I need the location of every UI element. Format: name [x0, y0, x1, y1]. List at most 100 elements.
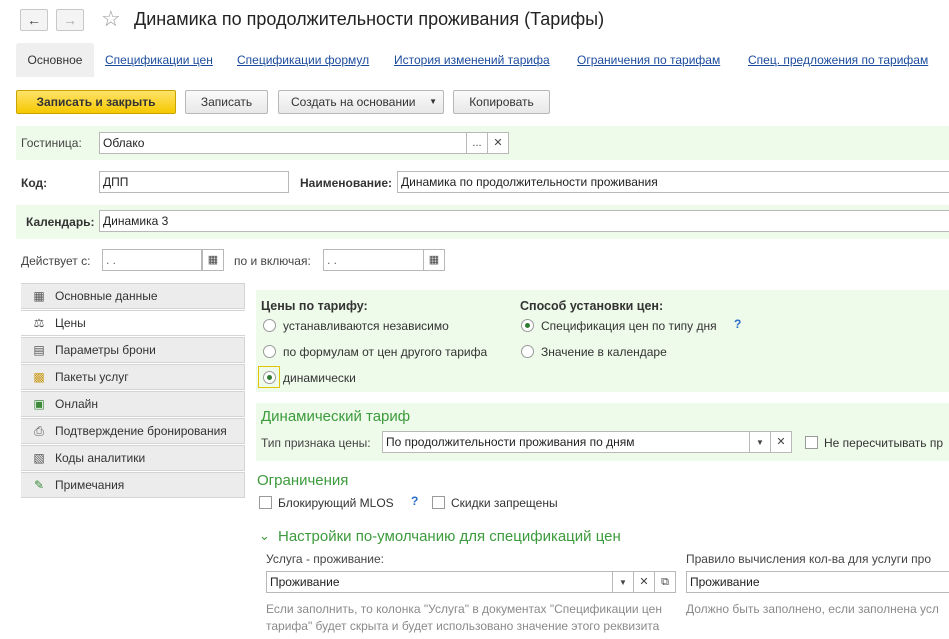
tab-formula-specs[interactable]: Спецификации формул	[237, 53, 369, 67]
valid-from-input[interactable]: . .	[102, 249, 202, 271]
discounts-forbidden-checkbox[interactable]	[432, 496, 445, 509]
no-recalc-label: Не пересчитывать пр	[824, 436, 944, 450]
star-icon[interactable]: ☆	[101, 7, 121, 31]
sidebar-item-label: Онлайн	[55, 397, 98, 411]
printer-icon: ⎙	[34, 424, 44, 438]
sidebar-item-online[interactable]: ▣ Онлайн	[21, 391, 245, 417]
close-icon: ✕	[493, 137, 503, 149]
chart-icon: ▧	[33, 451, 45, 465]
prices-heading: Цены по тарифу:	[261, 299, 368, 313]
rule-label: Правило вычисления кол-ва для услуги про	[686, 552, 931, 566]
valid-to-input[interactable]: . .	[323, 249, 424, 271]
no-recalc-checkbox[interactable]	[805, 436, 818, 449]
calendar-icon: ▦	[428, 254, 440, 266]
dropdown-arrow-icon: ▼	[619, 578, 627, 587]
service-label: Услуга - проживание:	[266, 552, 384, 566]
discounts-forbidden-label: Скидки запрещены	[451, 496, 558, 510]
code-input[interactable]: ДПП	[99, 171, 289, 193]
hotel-label: Гостиница:	[21, 136, 82, 150]
prices-radio-independent[interactable]	[263, 319, 276, 332]
save-and-close-button[interactable]: Записать и закрыть	[16, 90, 176, 114]
sidebar-item-label: Подтверждение бронирования	[55, 424, 227, 438]
defaults-heading[interactable]: Настройки по-умолчанию для спецификаций …	[278, 528, 621, 545]
service-hint: Если заполнить, то колонка "Услуга" в до…	[266, 602, 662, 633]
sidebar: ▦ Основные данные ⚖ Цены ▤ Параметры брони …	[21, 283, 246, 639]
ellipsis-icon: ...	[472, 137, 482, 149]
tab-special-offers[interactable]: Спец. предложения по тарифам	[748, 53, 928, 67]
sidebar-item-label: Параметры брони	[55, 343, 156, 357]
service-open-button[interactable]: ⧉	[654, 571, 676, 593]
valid-from-calendar-button[interactable]: ▦	[202, 249, 224, 271]
save-button[interactable]: Записать	[185, 90, 268, 114]
package-icon: ▩	[33, 370, 45, 384]
tab-tariff-history[interactable]: История изменений тарифа	[394, 53, 550, 67]
rule-input[interactable]: Проживание	[686, 571, 949, 593]
code-label: Код:	[21, 176, 48, 190]
sidebar-item-main-data[interactable]: ▦ Основные данные	[21, 283, 245, 309]
method-radio-calendar[interactable]	[521, 345, 534, 358]
calendar-label: Календарь:	[26, 215, 95, 229]
arrow-right-icon: →	[63, 12, 77, 28]
price-method-heading: Способ установки цен:	[520, 299, 664, 313]
pencil-icon: ✎	[33, 478, 45, 492]
sidebar-item-booking-params[interactable]: ▤ Параметры брони	[21, 337, 245, 363]
table-icon: ▦	[33, 289, 45, 303]
block-mlos-label: Блокирующий MLOS	[278, 496, 394, 510]
method-option-calendar: Значение в календаре	[541, 345, 667, 359]
sidebar-item-analytics-codes[interactable]: ▧ Коды аналитики	[21, 445, 245, 471]
prices-radio-formulas[interactable]	[263, 345, 276, 358]
chevron-down-icon[interactable]: ⌄	[259, 528, 270, 544]
dynamic-heading: Динамический тариф	[261, 408, 411, 425]
tab-main[interactable]: Основное	[16, 43, 94, 77]
valid-to-label: по и включая:	[234, 254, 311, 268]
dropdown-arrow-icon: ▼	[756, 438, 764, 447]
sidebar-item-label: Пакеты услуг	[55, 370, 129, 384]
back-button[interactable]: ←	[20, 9, 48, 31]
service-input[interactable]: Проживание	[266, 571, 613, 593]
calendar-icon: ▦	[207, 254, 219, 266]
online-icon: ▣	[33, 397, 45, 411]
document-icon: ▤	[33, 343, 45, 357]
hotel-input[interactable]: Облако	[99, 132, 467, 154]
help-icon[interactable]: ?	[734, 317, 741, 331]
tab-price-specs[interactable]: Спецификации цен	[105, 53, 213, 67]
price-type-dropdown-button[interactable]: ▼	[749, 431, 771, 453]
prices-option-dynamic: динамически	[283, 371, 356, 385]
forward-button[interactable]: →	[56, 9, 84, 31]
service-dropdown-button[interactable]: ▼	[612, 571, 634, 593]
calendar-input[interactable]: Динамика 3	[99, 210, 949, 232]
rule-hint: Должно быть заполнено, если заполнена ус…	[686, 602, 939, 616]
sidebar-item-label: Примечания	[55, 478, 125, 492]
method-radio-day-type[interactable]	[521, 319, 534, 332]
page-title: Динамика по продолжительности проживания…	[134, 9, 605, 29]
price-type-clear-button[interactable]: ✕	[770, 431, 792, 453]
name-label: Наименование:	[300, 176, 393, 190]
sidebar-item-packages[interactable]: ▩ Пакеты услуг	[21, 364, 245, 390]
hotel-select-button[interactable]: ...	[466, 132, 488, 154]
price-type-input[interactable]: По продолжительности проживания по дням	[382, 431, 750, 453]
name-input[interactable]: Динамика по продолжительности проживания	[397, 171, 949, 193]
scale-icon: ⚖	[33, 316, 45, 330]
method-option-day-type: Спецификация цен по типу дня	[541, 319, 717, 333]
copy-button[interactable]: Копировать	[453, 90, 550, 114]
price-type-label: Тип признака цены:	[261, 436, 371, 450]
block-mlos-checkbox[interactable]	[259, 496, 272, 509]
dropdown-arrow-icon: ▼	[429, 97, 437, 106]
prices-option-independent: устанавливаются независимо	[283, 319, 449, 333]
create-based-on-label: Создать на основании	[291, 95, 416, 109]
sidebar-item-notes[interactable]: ✎ Примечания	[21, 472, 245, 498]
service-clear-button[interactable]: ✕	[633, 571, 655, 593]
sidebar-item-prices[interactable]: ⚖ Цены	[21, 310, 245, 336]
sidebar-item-booking-confirmation[interactable]: ⎙ Подтверждение бронирования	[21, 418, 245, 444]
help-icon[interactable]: ?	[411, 494, 418, 508]
prices-radio-dynamic[interactable]	[263, 371, 276, 384]
prices-option-formulas: по формулам от цен другого тарифа	[283, 345, 488, 359]
valid-to-calendar-button[interactable]: ▦	[423, 249, 445, 271]
tab-tariff-restrictions[interactable]: Ограничения по тарифам	[577, 53, 720, 67]
sidebar-item-label: Коды аналитики	[55, 451, 146, 465]
sidebar-item-label: Цены	[55, 316, 86, 330]
create-based-on-button[interactable]: Создать на основании ▼	[278, 90, 444, 114]
arrow-left-icon: ←	[27, 12, 41, 28]
sidebar-item-label: Основные данные	[55, 289, 158, 303]
hotel-clear-button[interactable]: ✕	[487, 132, 509, 154]
